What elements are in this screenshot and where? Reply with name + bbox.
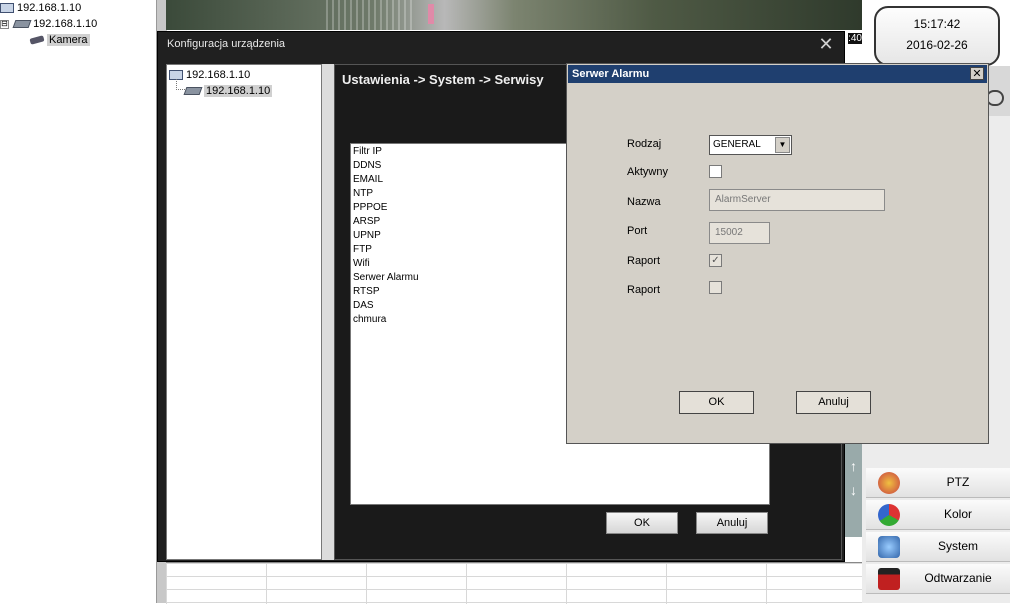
close-icon[interactable]: ✕ — [970, 67, 984, 80]
arrow-up-icon[interactable]: ↑ — [847, 458, 860, 480]
ptz-button-label: PTZ — [946, 475, 970, 489]
ptz-scroll[interactable]: ↑ ↓ — [845, 440, 862, 537]
rodzaj-label: Rodzaj — [627, 138, 662, 150]
config-tree-device[interactable]: 192.168.1.10 — [183, 83, 273, 99]
list-item[interactable]: ARSP — [353, 215, 380, 229]
list-item[interactable]: Wifi — [353, 257, 370, 271]
raport-checkbox[interactable]: ✓ — [709, 254, 722, 267]
color-button-label: Kolor — [943, 507, 972, 521]
aktywny-checkbox[interactable] — [709, 165, 722, 178]
video-timestamp: :40 — [848, 33, 862, 44]
dvr-icon — [12, 20, 32, 29]
cancel-button[interactable]: Anuluj — [796, 391, 871, 414]
port-field[interactable]: 15002 — [709, 222, 770, 244]
list-item[interactable]: Serwer Alarmu — [353, 271, 419, 285]
arrow-down-icon[interactable]: ↓ — [847, 482, 860, 504]
ok-button[interactable]: OK — [679, 391, 754, 414]
video-object — [428, 4, 434, 24]
video-texture — [326, 0, 416, 30]
config-device-tree: 192.168.1.10 192.168.1.10 — [166, 64, 322, 560]
ptz-button[interactable]: PTZ — [866, 468, 1010, 498]
computer-icon — [0, 3, 14, 14]
tree-item-label: 192.168.1.10 — [33, 18, 98, 30]
dialog-title: Serwer Alarmu — [572, 68, 650, 80]
system-button[interactable]: System — [866, 532, 1010, 562]
raport-label-2: Raport — [627, 284, 661, 296]
list-item[interactable]: Filtr IP — [353, 145, 382, 159]
config-ok-button[interactable]: OK — [606, 512, 678, 534]
clock-time: 15:17:42 — [913, 17, 961, 31]
tree-item-label: 192.168.1.10 — [17, 2, 82, 14]
list-item[interactable]: chmura — [353, 313, 386, 327]
playback-button-label: Odtwarzanie — [924, 571, 992, 585]
tree-item-label: 192.168.1.10 — [186, 69, 251, 81]
tree-item-label: Kamera — [47, 34, 90, 46]
playback-button[interactable]: Odtwarzanie — [866, 564, 1010, 594]
list-item[interactable]: UPNP — [353, 229, 381, 243]
clock-date: 2016-02-26 — [906, 38, 968, 52]
rodzaj-select[interactable]: GENERAL ▼ — [709, 135, 792, 155]
color-icon — [878, 504, 900, 526]
ptz-icon — [878, 472, 900, 494]
system-icon — [878, 536, 900, 558]
clapperboard-icon — [878, 568, 900, 590]
dialog-title: Konfiguracja urządzenia — [167, 38, 286, 50]
event-log-grid[interactable] — [166, 562, 862, 604]
collapse-icon[interactable]: ⊟ — [0, 19, 9, 29]
breadcrumb: Ustawienia -> System -> Serwisy — [342, 72, 544, 87]
list-item[interactable]: EMAIL — [353, 173, 383, 187]
list-item[interactable]: DAS — [353, 299, 374, 313]
config-splitter[interactable] — [322, 64, 334, 560]
config-cancel-button[interactable]: Anuluj — [696, 512, 768, 534]
alarm-server-dialog: Serwer Alarmu ✕ Rodzaj GENERAL ▼ Aktywny… — [566, 63, 989, 444]
system-button-label: System — [937, 539, 978, 553]
list-item[interactable]: DDNS — [353, 159, 381, 173]
raport-checkbox-2[interactable] — [709, 281, 722, 294]
rodzaj-value: GENERAL — [713, 139, 761, 150]
nazwa-label: Nazwa — [627, 196, 661, 208]
list-item[interactable]: FTP — [353, 243, 372, 257]
port-label: Port — [627, 225, 648, 237]
list-item[interactable]: NTP — [353, 187, 373, 201]
tree-item-device[interactable]: ⊟ 192.168.1.10 — [0, 16, 97, 32]
list-item[interactable]: RTSP — [353, 285, 380, 299]
device-tree-panel: 192.168.1.10 ⊟ 192.168.1.10 Kamera — [0, 0, 156, 603]
dvr-icon — [183, 87, 203, 96]
title-bar[interactable]: Serwer Alarmu ✕ — [568, 65, 987, 83]
clock-display: 15:17:42 2016-02-26 — [874, 6, 1000, 66]
nazwa-field[interactable]: AlarmServer — [709, 189, 885, 211]
camera-icon — [29, 35, 45, 45]
tree-item-camera[interactable]: Kamera — [29, 32, 90, 48]
raport-label: Raport — [627, 255, 661, 267]
tree-item-host[interactable]: 192.168.1.10 — [0, 0, 81, 16]
video-preview[interactable]: :40 — [166, 0, 862, 44]
chevron-down-icon[interactable]: ▼ — [775, 137, 790, 153]
list-item[interactable]: PPPOE — [353, 201, 387, 215]
tree-item-label: 192.168.1.10 — [204, 85, 273, 97]
tree-connector — [176, 79, 185, 90]
color-button[interactable]: Kolor — [866, 500, 1010, 530]
aktywny-label: Aktywny — [627, 166, 668, 178]
close-icon[interactable]: ✕ — [818, 35, 834, 53]
